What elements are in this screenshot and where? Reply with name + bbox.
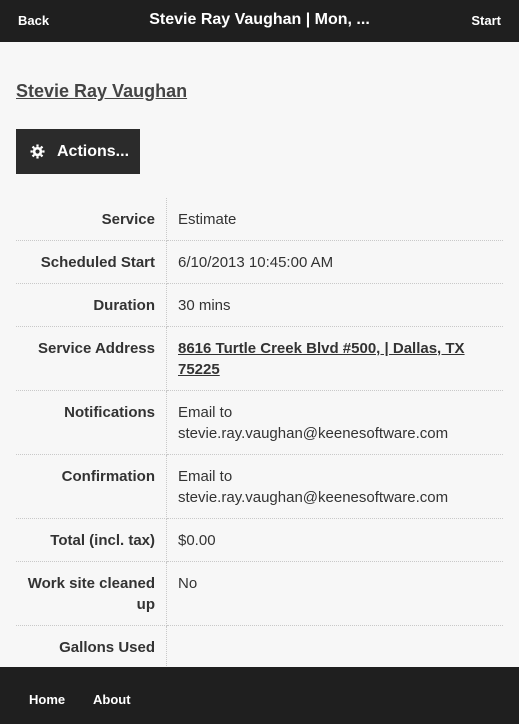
detail-label: Scheduled Start xyxy=(16,240,167,284)
detail-label: Duration xyxy=(16,283,167,327)
detail-row-total: Total (incl. tax) $0.00 xyxy=(16,518,503,562)
detail-value: Email to stevie.ray.vaughan@keenesoftwar… xyxy=(166,454,503,519)
detail-value: Estimate xyxy=(166,198,503,241)
detail-label: Service xyxy=(16,198,167,241)
detail-row-confirmation: Confirmation Email to stevie.ray.vaughan… xyxy=(16,454,503,519)
detail-label: Work site cleaned up xyxy=(16,561,167,626)
detail-value: Email to stevie.ray.vaughan@keenesoftwar… xyxy=(166,390,503,455)
appointment-details-table: Service Estimate Scheduled Start 6/10/20… xyxy=(16,198,503,668)
page-title: Stevie Ray Vaughan | Mon, ... xyxy=(149,11,370,28)
detail-row-service: Service Estimate xyxy=(16,198,503,241)
detail-label: Service Address xyxy=(16,326,167,391)
detail-label: Total (incl. tax) xyxy=(16,518,167,562)
detail-value: $0.00 xyxy=(166,518,503,562)
gear-icon xyxy=(30,144,45,159)
detail-value: 6/10/2013 10:45:00 AM xyxy=(166,240,503,284)
detail-value xyxy=(167,626,504,669)
detail-label: Notifications xyxy=(16,390,167,455)
footer-about-link[interactable]: About xyxy=(93,692,131,707)
detail-label: Confirmation xyxy=(16,454,167,519)
actions-label: Actions... xyxy=(57,142,130,160)
detail-row-scheduled-start: Scheduled Start 6/10/2013 10:45:00 AM xyxy=(16,240,503,284)
detail-row-work-site-cleaned: Work site cleaned up No xyxy=(16,561,503,626)
top-toolbar: Back Stevie Ray Vaughan | Mon, ... Start xyxy=(0,0,519,42)
customer-name-link[interactable]: Stevie Ray Vaughan xyxy=(16,81,187,102)
service-address-link[interactable]: 8616 Turtle Creek Blvd #500, | Dallas, T… xyxy=(178,340,465,378)
detail-row-notifications: Notifications Email to stevie.ray.vaugha… xyxy=(16,390,503,455)
detail-row-gallons-used: Gallons Used xyxy=(16,625,504,669)
back-button[interactable]: Back xyxy=(18,13,49,28)
detail-value: No xyxy=(166,561,503,626)
footer-navbar: Home About xyxy=(0,667,519,724)
detail-value: 30 mins xyxy=(166,283,503,327)
detail-row-service-address: Service Address 8616 Turtle Creek Blvd #… xyxy=(16,326,503,391)
detail-label: Gallons Used xyxy=(16,625,167,668)
start-button[interactable]: Start xyxy=(471,13,501,28)
footer-home-link[interactable]: Home xyxy=(29,692,65,707)
detail-row-duration: Duration 30 mins xyxy=(16,283,503,327)
actions-button[interactable]: Actions... xyxy=(16,129,140,174)
